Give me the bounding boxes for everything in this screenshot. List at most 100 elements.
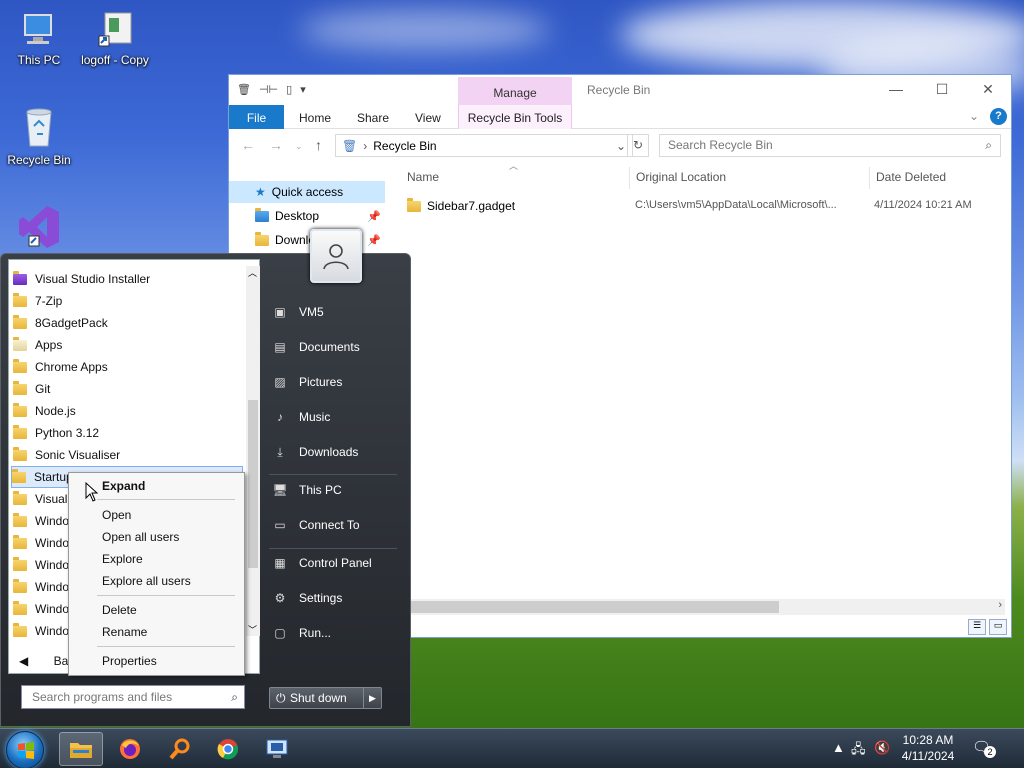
maximize-icon[interactable]: ☐ — [919, 75, 965, 103]
scroll-down-icon[interactable]: ﹀ — [248, 623, 257, 636]
program-item[interactable]: Windo — [13, 598, 69, 620]
start-button[interactable] — [6, 731, 44, 768]
remote-desktop-icon — [266, 739, 288, 758]
horizontal-scrollbar[interactable]: › — [409, 599, 1005, 615]
desktop-icon-logoff-copy[interactable]: logoff - Copy — [78, 10, 152, 67]
column-original-location[interactable]: Original Location — [629, 167, 726, 189]
network-icon[interactable]: 🖧 — [851, 740, 866, 762]
taskbar-search-tool[interactable] — [158, 732, 202, 766]
large-icons-view-icon[interactable]: ▭ — [989, 619, 1007, 635]
address-dropdown-icon[interactable]: ⌄ — [616, 139, 626, 153]
taskbar-file-explorer[interactable] — [59, 732, 103, 766]
program-item[interactable]: Python 3.12 — [13, 422, 99, 444]
column-date-deleted[interactable]: Date Deleted — [869, 167, 946, 189]
scrollbar-thumb[interactable] — [248, 400, 258, 568]
menu-item-explore-all-users[interactable]: Explore all users — [102, 571, 191, 591]
chevron-down-icon[interactable]: ⌄ — [969, 109, 979, 123]
volume-muted-icon[interactable]: 🔇 — [874, 740, 890, 756]
program-item[interactable]: Windo — [13, 554, 69, 576]
desktop-icon-visual-studio[interactable] — [2, 204, 76, 253]
notification-icon[interactable]: 🗨 2 — [972, 738, 996, 758]
tab-view[interactable]: View — [415, 105, 441, 129]
program-item[interactable]: Node.js — [13, 400, 76, 422]
title-bar[interactable]: 🗑 ⊣⊢ ▯ ▾ Recycle Bin — ☐ ✕ — [229, 75, 1011, 105]
folder-icon — [255, 207, 269, 222]
scroll-up-icon[interactable]: ︿ — [248, 266, 257, 279]
scrollbar-thumb[interactable] — [409, 601, 779, 613]
details-view-icon[interactable]: ☰ — [968, 619, 986, 635]
user-avatar[interactable] — [310, 229, 362, 283]
menu-item-rename[interactable]: Rename — [102, 622, 147, 642]
show-hidden-icons[interactable]: ▲ — [832, 740, 845, 755]
program-item[interactable]: Sonic Visualiser — [13, 444, 120, 466]
shut-down-button[interactable]: ⏻ Shut down — [269, 687, 367, 709]
nav-desktop[interactable]: Desktop 📌 — [255, 205, 385, 227]
desktop-icon-recycle-bin[interactable]: Recycle Bin — [2, 106, 76, 167]
start-item-connect-to[interactable]: ▭ Connect To — [271, 512, 359, 538]
customize-toolbar-icon[interactable]: ▾ — [300, 83, 306, 96]
start-item-this-pc[interactable]: 🖥 This PC — [271, 477, 341, 503]
program-item[interactable]: Windo — [13, 576, 69, 598]
search-input[interactable]: Search Recycle Bin ⌕ — [659, 134, 1001, 157]
breadcrumb-recycle-bin[interactable]: Recycle Bin — [373, 139, 436, 153]
menu-item-explore[interactable]: Explore — [102, 549, 143, 569]
help-icon[interactable]: ? — [990, 108, 1007, 125]
menu-item-delete[interactable]: Delete — [102, 600, 137, 620]
menu-item-open[interactable]: Open — [102, 505, 131, 525]
start-item-vm5[interactable]: ▣ VM5 — [271, 299, 323, 325]
taskbar-firefox[interactable] — [108, 732, 152, 766]
tab-share[interactable]: Share — [357, 105, 389, 129]
minimize-icon[interactable]: — — [873, 75, 919, 103]
menu-item-open-all-users[interactable]: Open all users — [102, 527, 179, 547]
start-search-input[interactable]: Search programs and files ⌕ — [21, 685, 245, 709]
program-item[interactable]: 8GadgetPack — [13, 312, 108, 334]
program-item[interactable]: Windo — [13, 532, 69, 554]
table-row[interactable]: Sidebar7.gadget — [407, 195, 515, 217]
recent-locations-icon[interactable]: ⌄ — [295, 141, 303, 152]
search-icon: ⌕ — [231, 690, 238, 704]
start-item-control-panel[interactable]: ▦ Control Panel — [271, 550, 371, 576]
program-item[interactable]: Apps — [13, 334, 62, 356]
shut-down-options-icon[interactable]: ▶ — [363, 687, 382, 709]
program-label: Windo — [35, 514, 70, 528]
desktop-icon-this-pc[interactable]: This PC — [2, 10, 76, 67]
nav-quick-access[interactable]: ★ Quick access — [229, 181, 385, 203]
clock[interactable]: 10:28 AM 4/11/2024 — [892, 732, 964, 764]
scroll-right-icon[interactable]: › — [998, 599, 1002, 611]
program-item[interactable]: Windo — [13, 510, 69, 532]
program-item[interactable]: Chrome Apps — [13, 356, 108, 378]
start-item-settings[interactable]: ⚙ Settings — [271, 585, 343, 611]
firefox-icon — [120, 739, 140, 759]
program-item[interactable]: Git — [13, 378, 50, 400]
mouse-cursor-icon — [85, 482, 99, 502]
program-item[interactable]: Windo — [13, 620, 69, 642]
taskbar-chrome[interactable] — [206, 732, 250, 766]
tab-file[interactable]: File — [229, 105, 284, 129]
program-item[interactable]: Visual Studio Installer — [13, 268, 150, 290]
refresh-icon[interactable]: ↻ — [627, 134, 649, 157]
start-item-run[interactable]: ▢ Run... — [271, 620, 331, 646]
quick-access-toolbar: 🗑 ⊣⊢ ▯ ▾ — [237, 83, 306, 96]
address-bar[interactable]: 🗑 › Recycle Bin ⌄ — [335, 134, 633, 157]
menu-item-expand[interactable]: Expand — [102, 476, 145, 496]
menu-item-properties[interactable]: Properties — [102, 651, 157, 671]
close-icon[interactable]: ✕ — [965, 75, 1011, 103]
tab-home[interactable]: Home — [299, 105, 331, 129]
vertical-scrollbar[interactable]: ︿ ﹀ — [246, 266, 260, 636]
back-arrow-icon[interactable]: ← — [241, 137, 255, 153]
taskbar-remote-desktop[interactable] — [255, 732, 299, 766]
folder-icon — [407, 197, 421, 212]
start-item-pictures[interactable]: ▨ Pictures — [271, 369, 342, 395]
tab-recycle-bin-tools[interactable]: Recycle Bin Tools — [458, 105, 572, 129]
properties-icon[interactable]: ⊣⊢ — [259, 83, 278, 96]
start-item-documents[interactable]: ▤ Documents — [271, 334, 359, 360]
new-folder-icon[interactable]: ▯ — [286, 83, 292, 96]
program-item[interactable]: Visual — [13, 488, 67, 510]
up-arrow-icon[interactable]: ↑ — [315, 137, 322, 153]
start-item-downloads[interactable]: ⤓ Downloads — [271, 439, 358, 465]
forward-arrow-icon[interactable]: → — [269, 137, 283, 153]
column-name[interactable]: Name — [401, 167, 439, 189]
recycle-bin-small-icon: 🗑 — [237, 84, 251, 96]
start-item-music[interactable]: ♪ Music — [271, 404, 330, 430]
program-item[interactable]: 7-Zip — [13, 290, 62, 312]
